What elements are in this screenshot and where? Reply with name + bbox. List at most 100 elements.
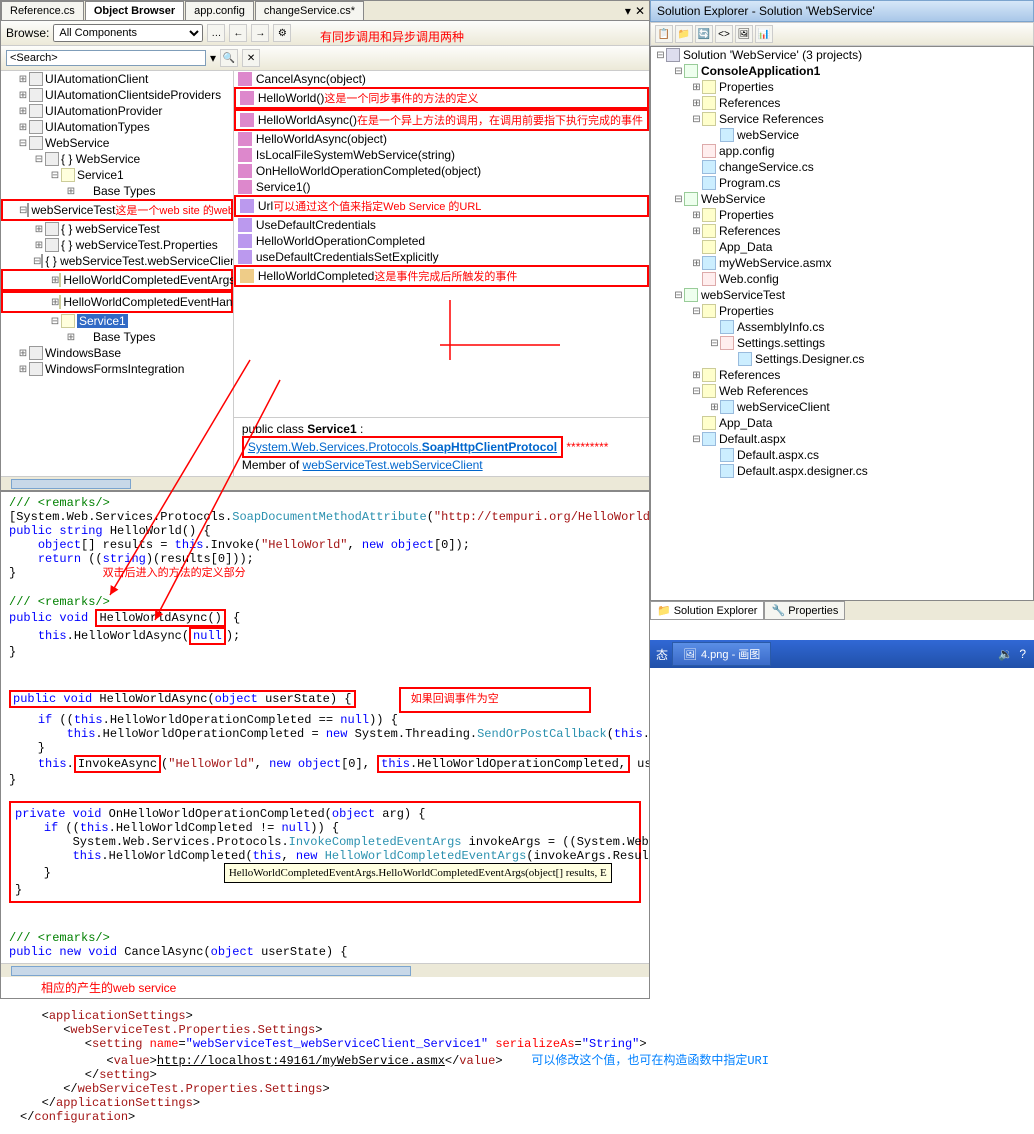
tree-node[interactable]: ⊟webServiceTest 这是一个web site 的web servic… bbox=[1, 199, 233, 221]
se-diagram-icon[interactable]: 📊 bbox=[755, 25, 773, 43]
member-item[interactable]: HelloWorldCompleted 这是事件完成后所触发的事件 bbox=[234, 265, 649, 287]
solution-node[interactable]: webService bbox=[651, 127, 1033, 143]
browse-settings-icon[interactable]: … bbox=[207, 24, 225, 42]
solution-node[interactable]: changeService.cs bbox=[651, 159, 1033, 175]
solution-node[interactable]: Default.aspx.designer.cs bbox=[651, 463, 1033, 479]
solution-node[interactable]: Settings.Designer.cs bbox=[651, 351, 1033, 367]
se-designer-icon[interactable]: 🖼 bbox=[735, 25, 753, 43]
tab-properties[interactable]: 🔧Properties bbox=[764, 601, 845, 620]
tray-help-icon[interactable]: ? bbox=[1019, 647, 1026, 661]
solution-node[interactable]: ⊟Web References bbox=[651, 383, 1033, 399]
solution-node[interactable]: ⊟Default.aspx bbox=[651, 431, 1033, 447]
member-item[interactable]: IsLocalFileSystemWebService(string) bbox=[234, 147, 649, 163]
windows-taskbar: 态 🖼4.png - 画图 🔉 ? bbox=[650, 640, 1034, 668]
tree-node[interactable]: ⊞UIAutomationProvider bbox=[1, 103, 233, 119]
solution-explorer-toolbar: 📋 📁 🔄 <> 🖼 📊 bbox=[650, 22, 1034, 46]
bottom-annotation: 相应的产生的web service bbox=[1, 977, 649, 998]
se-properties-icon[interactable]: 📋 bbox=[655, 25, 673, 43]
tab-reference[interactable]: Reference.cs bbox=[1, 1, 84, 20]
tree-node[interactable]: ⊟{ } webServiceTest.webServiceClient bbox=[1, 253, 233, 269]
member-item[interactable]: UseDefaultCredentials bbox=[234, 217, 649, 233]
code-scrollbar[interactable] bbox=[1, 963, 649, 977]
solution-node[interactable]: AssemblyInfo.cs bbox=[651, 319, 1033, 335]
solution-node[interactable]: ⊞Properties bbox=[651, 207, 1033, 223]
tree-node[interactable]: ⊞UIAutomationTypes bbox=[1, 119, 233, 135]
tab-object-browser[interactable]: Object Browser bbox=[85, 1, 184, 20]
solution-node[interactable]: App_Data bbox=[651, 239, 1033, 255]
tree-node[interactable]: ⊞UIAutomationClientsideProviders bbox=[1, 87, 233, 103]
member-item[interactable]: CancelAsync(object) bbox=[234, 71, 649, 87]
panel-tabs: 📁Solution Explorer 🔧Properties bbox=[650, 601, 1034, 620]
member-item[interactable]: HelloWorldOperationCompleted bbox=[234, 233, 649, 249]
solution-node[interactable]: ⊞webServiceClient bbox=[651, 399, 1033, 415]
solution-node[interactable]: ⊟Settings.settings bbox=[651, 335, 1033, 351]
namespace-tree[interactable]: ⊞UIAutomationClient⊞UIAutomationClientsi… bbox=[1, 71, 234, 476]
search-dropdown-icon[interactable]: ▾ bbox=[210, 51, 216, 65]
code-editor[interactable]: /// <remarks/> [System.Web.Services.Prot… bbox=[1, 490, 649, 963]
tab-changeservice[interactable]: changeService.cs* bbox=[255, 1, 364, 20]
solution-node[interactable]: app.config bbox=[651, 143, 1033, 159]
namespace-link[interactable]: webServiceTest.webServiceClient bbox=[303, 458, 483, 472]
horizontal-scrollbar[interactable] bbox=[1, 476, 649, 490]
tree-node[interactable]: ⊟Service1 bbox=[1, 167, 233, 183]
tree-node[interactable]: ⊞Base Types bbox=[1, 183, 233, 199]
base-class-link[interactable]: System.Web.Services.Protocols.SoapHttpCl… bbox=[248, 440, 557, 454]
solution-node[interactable]: ⊞myWebService.asmx bbox=[651, 255, 1033, 271]
solution-node[interactable]: ⊟ConsoleApplication1 bbox=[651, 63, 1033, 79]
member-item[interactable]: OnHelloWorldOperationCompleted(object) bbox=[234, 163, 649, 179]
search-go-icon[interactable]: 🔍 bbox=[220, 49, 238, 67]
solution-node[interactable]: ⊟Properties bbox=[651, 303, 1033, 319]
browse-label: Browse: bbox=[6, 26, 49, 40]
solution-node[interactable]: Program.cs bbox=[651, 175, 1033, 191]
tree-node[interactable]: ⊞{ } webServiceTest.Properties bbox=[1, 237, 233, 253]
dropdown-icon[interactable]: ▾ bbox=[625, 4, 631, 18]
search-input[interactable] bbox=[6, 50, 206, 66]
member-item[interactable]: Service1() bbox=[234, 179, 649, 195]
member-item[interactable]: HelloWorldAsync() 在是一个异上方法的调用，在调用前要指下执行完… bbox=[234, 109, 649, 131]
solution-tree[interactable]: ⊟Solution 'WebService' (3 projects)⊟Cons… bbox=[650, 46, 1034, 601]
taskbar-item[interactable]: 🖼4.png - 画图 bbox=[672, 642, 771, 666]
solution-node[interactable]: ⊟Solution 'WebService' (3 projects) bbox=[651, 47, 1033, 63]
back-icon[interactable]: ← bbox=[229, 24, 247, 42]
solution-node[interactable]: ⊟WebService bbox=[651, 191, 1033, 207]
solution-node[interactable]: ⊟webServiceTest bbox=[651, 287, 1033, 303]
solution-node[interactable]: ⊞Properties bbox=[651, 79, 1033, 95]
tab-appconfig[interactable]: app.config bbox=[185, 1, 254, 20]
search-clear-icon[interactable]: ✕ bbox=[242, 49, 260, 67]
solution-node[interactable]: ⊞References bbox=[651, 223, 1033, 239]
annotation: 有同步调用和异步调用两种 bbox=[320, 28, 464, 45]
settings-icon[interactable]: ⚙ bbox=[273, 24, 291, 42]
forward-icon[interactable]: → bbox=[251, 24, 269, 42]
member-item[interactable]: HelloWorld() 这是一个同步事件的方法的定义 bbox=[234, 87, 649, 109]
solution-node[interactable]: ⊟Service References bbox=[651, 111, 1033, 127]
tab-solution-explorer[interactable]: 📁Solution Explorer bbox=[650, 601, 764, 620]
tree-node[interactable]: ⊞Base Types bbox=[1, 329, 233, 345]
tray-icon[interactable]: 🔉 bbox=[998, 647, 1013, 661]
solution-node[interactable]: Web.config bbox=[651, 271, 1033, 287]
browse-select[interactable]: All Components bbox=[53, 24, 203, 42]
tree-node[interactable]: ⊞WindowsFormsIntegration bbox=[1, 361, 233, 377]
tree-node[interactable]: ⊞UIAutomationClient bbox=[1, 71, 233, 87]
member-item[interactable]: HelloWorldAsync(object) bbox=[234, 131, 649, 147]
solution-node[interactable]: App_Data bbox=[651, 415, 1033, 431]
tree-node[interactable]: ⊞{ } webServiceTest bbox=[1, 221, 233, 237]
taskbar-lang[interactable]: 态 bbox=[652, 646, 672, 663]
tree-node[interactable]: ⊟Service1 bbox=[1, 313, 233, 329]
tree-node[interactable]: ⊟WebService bbox=[1, 135, 233, 151]
detail-pane: public class Service1 : System.Web.Servi… bbox=[234, 417, 649, 476]
members-list[interactable]: CancelAsync(object)HelloWorld() 这是一个同步事件… bbox=[234, 71, 649, 417]
member-item[interactable]: useDefaultCredentialsSetExplicitly bbox=[234, 249, 649, 265]
solution-node[interactable]: ⊞References bbox=[651, 367, 1033, 383]
solution-explorer-title: Solution Explorer - Solution 'WebService… bbox=[650, 0, 1034, 22]
tree-node[interactable]: ⊞WindowsBase bbox=[1, 345, 233, 361]
close-icon[interactable]: ✕ bbox=[635, 4, 645, 18]
se-refresh-icon[interactable]: 🔄 bbox=[695, 25, 713, 43]
tree-node[interactable]: ⊟{ } WebService bbox=[1, 151, 233, 167]
solution-node[interactable]: Default.aspx.cs bbox=[651, 447, 1033, 463]
solution-node[interactable]: ⊞References bbox=[651, 95, 1033, 111]
se-showall-icon[interactable]: 📁 bbox=[675, 25, 693, 43]
tree-node[interactable]: ⊞HelloWorldCompletedEventArgs 事件的参数类型，另一… bbox=[1, 269, 233, 291]
member-item[interactable]: Url 可以通过这个值来指定Web Service 的URL bbox=[234, 195, 649, 217]
se-code-icon[interactable]: <> bbox=[715, 25, 733, 43]
tree-node[interactable]: ⊞HelloWorldCompletedEventHandler 可件handl… bbox=[1, 291, 233, 313]
